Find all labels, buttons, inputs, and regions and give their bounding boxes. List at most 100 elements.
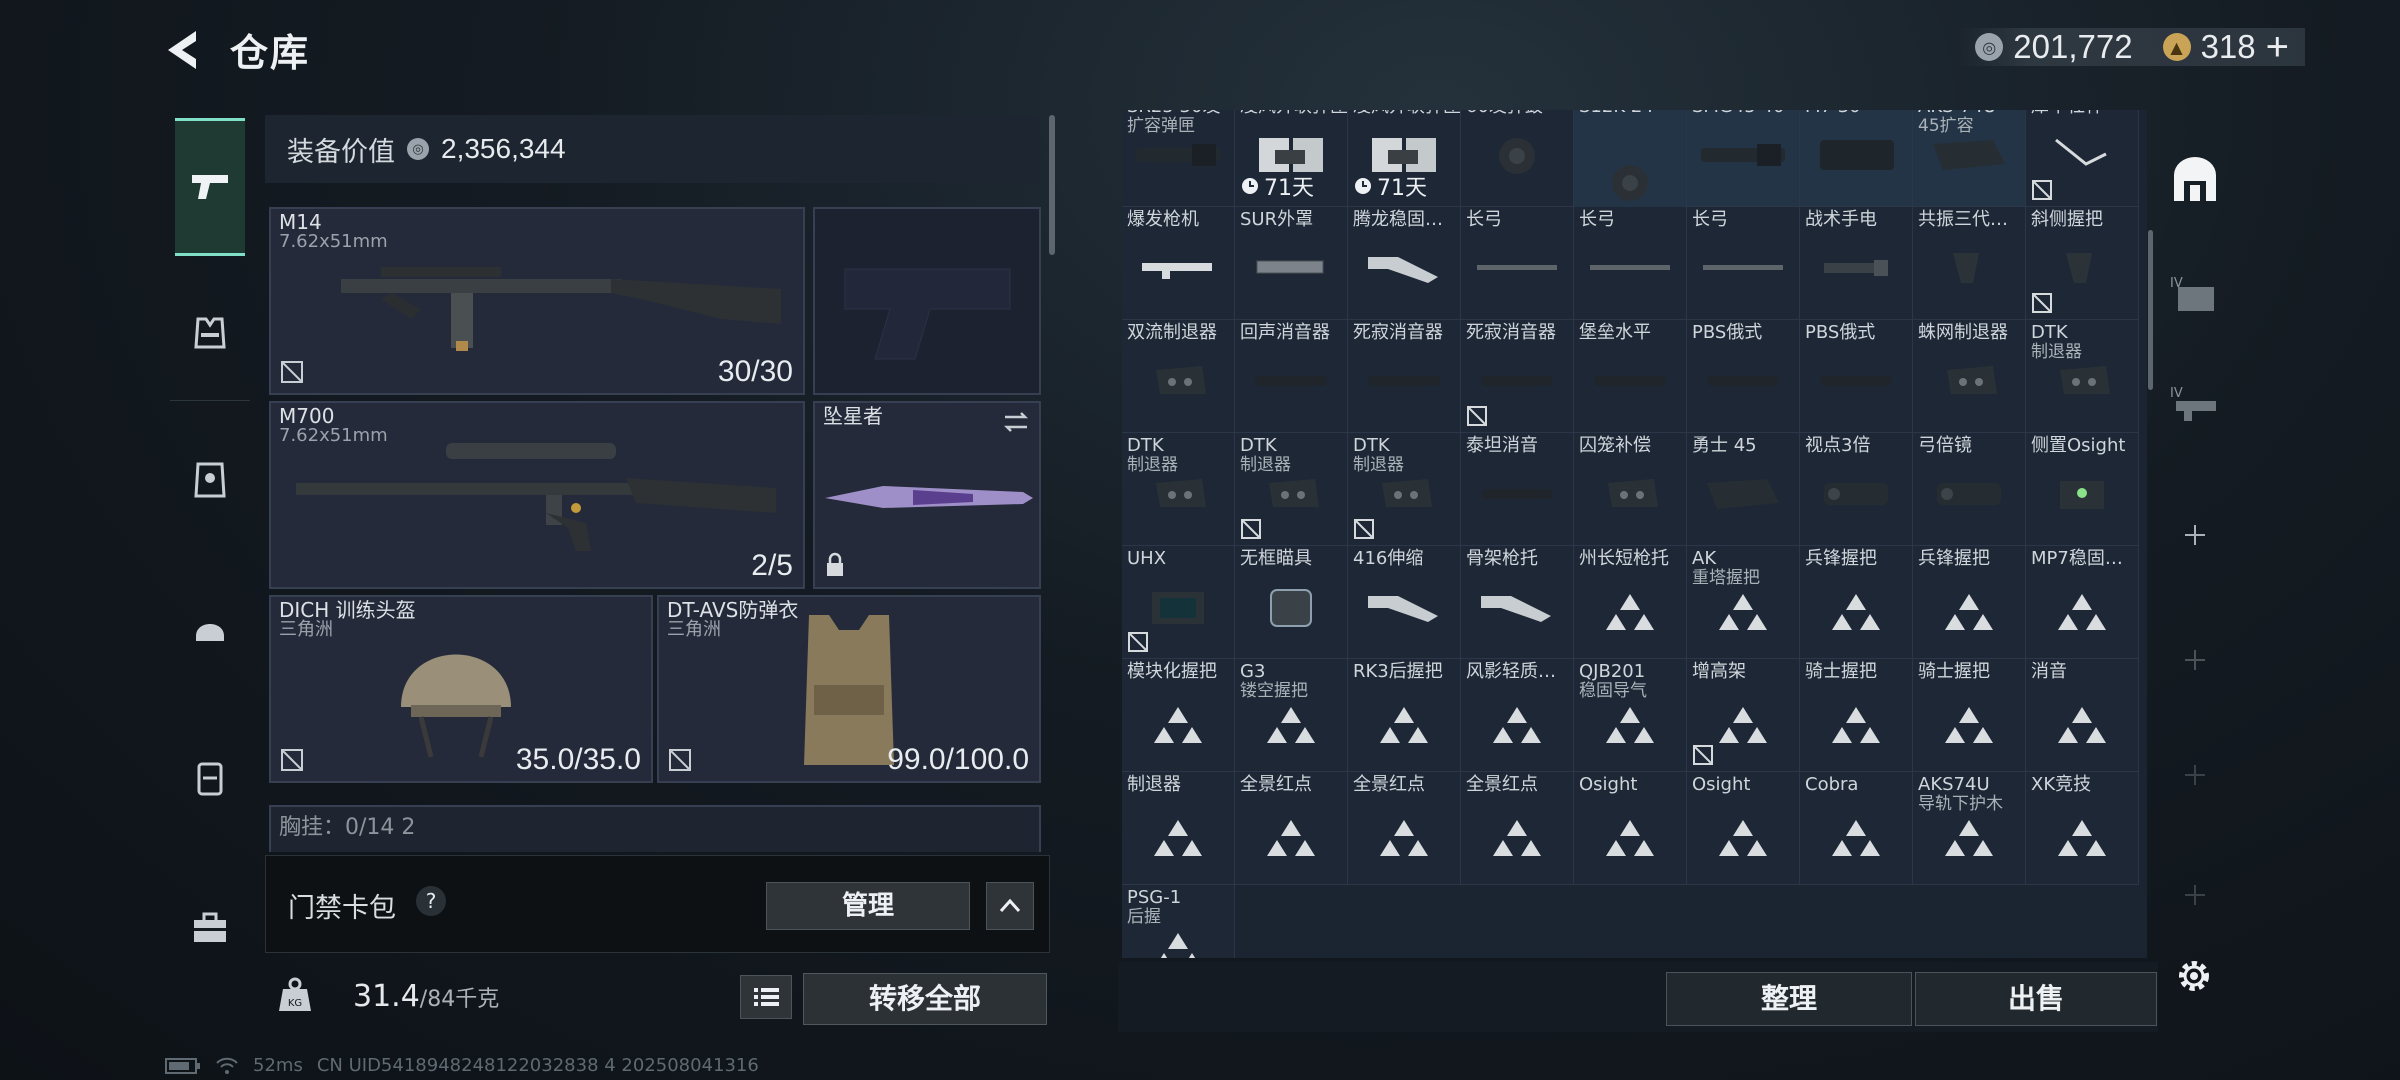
storage-item[interactable]: 泰坦消音 (1461, 433, 1574, 546)
storage-item[interactable]: 增高架 (1687, 659, 1800, 772)
storage-item[interactable]: 骑士握把 (1800, 659, 1913, 772)
add-storage-button-3[interactable] (2165, 745, 2225, 805)
expand-button[interactable] (986, 882, 1034, 930)
storage-item[interactable]: 战术手电 (1800, 207, 1913, 320)
storage-item[interactable]: SMG45 40 (1687, 110, 1800, 207)
storage-item[interactable]: 弓倍镜 (1913, 433, 2026, 546)
back-button[interactable] (160, 25, 210, 75)
sidearm-slot-empty[interactable] (813, 207, 1041, 395)
weight-row: KG 31.4/84千克 转移全部 (265, 965, 1050, 1025)
nav-vest[interactable] (172, 295, 248, 371)
storage-item[interactable]: 死寂消音器 (1348, 320, 1461, 433)
storage-item[interactable]: XK竞技 (2026, 772, 2139, 885)
unknown-item-icon (2058, 819, 2106, 856)
storage-item[interactable]: PSG-1 后握 (1122, 885, 1235, 958)
storage-item[interactable]: 兵锋握把 (1800, 546, 1913, 659)
storage-item[interactable]: 州长短枪托 (1574, 546, 1687, 659)
storage-item[interactable]: 制退器 (1122, 772, 1235, 885)
manage-button[interactable]: 管理 (766, 882, 970, 930)
storage-item[interactable]: 凌风并联弹匣 71天 (1348, 110, 1461, 207)
tab-main-storage[interactable] (2165, 150, 2225, 210)
storage-item[interactable]: 斜侧握把 (2026, 207, 2139, 320)
storage-item[interactable]: 全景红点 (1461, 772, 1574, 885)
storage-item[interactable]: 回声消音器 (1235, 320, 1348, 433)
storage-item[interactable]: SUR外罩 (1235, 207, 1348, 320)
nav-backpack[interactable] (172, 740, 248, 816)
storage-item[interactable]: 长弓 (1574, 207, 1687, 320)
nav-helmet[interactable] (172, 590, 248, 666)
add-storage-button-2[interactable] (2165, 630, 2225, 690)
nav-armor[interactable] (172, 442, 248, 518)
storage-item[interactable]: 囚笼补偿 (1574, 433, 1687, 546)
storage-item[interactable]: AKS74U 导轨下护木 (1913, 772, 2026, 885)
add-gold-button[interactable]: + (2266, 25, 2289, 70)
storage-item[interactable]: MP7稳固… (2026, 546, 2139, 659)
storage-item[interactable]: 共振三代… (1913, 207, 2026, 320)
storage-item[interactable]: 死寂消音器 (1461, 320, 1574, 433)
storage-item[interactable]: DTK 制退器 (2026, 320, 2139, 433)
storage-scrollbar[interactable] (2148, 230, 2153, 390)
storage-item[interactable]: Osight (1687, 772, 1800, 885)
storage-item[interactable]: 模块化握把 (1122, 659, 1235, 772)
storage-item[interactable]: 视点3倍 (1800, 433, 1913, 546)
storage-item[interactable]: M7 30 (1800, 110, 1913, 207)
storage-item[interactable]: 犀牛杠杆 (2026, 110, 2139, 207)
not-insured-icon (1128, 632, 1148, 652)
storage-item[interactable]: PBS俄式 (1687, 320, 1800, 433)
tab-storage-iv-2[interactable]: IV (2165, 375, 2225, 435)
storage-item[interactable]: 60发弹鼓 (1461, 110, 1574, 207)
storage-item[interactable]: 长弓 (1687, 207, 1800, 320)
storage-item[interactable]: 骑士握把 (1913, 659, 2026, 772)
sort-button[interactable]: 整理 (1666, 972, 1912, 1026)
storage-item[interactable]: PBS俄式 (1800, 320, 1913, 433)
storage-item[interactable]: QJB201 稳固导气 (1574, 659, 1687, 772)
storage-item[interactable]: 无框瞄具 (1235, 546, 1348, 659)
nav-case[interactable] (172, 890, 248, 966)
storage-item[interactable]: 勇士 45 (1687, 433, 1800, 546)
suppressor-icon (1481, 488, 1553, 499)
melee-slot[interactable]: 坠星者 (813, 401, 1041, 589)
helmet-slot[interactable]: DICH 训练头盔 三角洲 35.0/35.0 (269, 595, 653, 783)
storage-item[interactable]: Cobra (1800, 772, 1913, 885)
storage-item[interactable]: UHX (1122, 546, 1235, 659)
storage-item[interactable]: DTK 制退器 (1122, 433, 1235, 546)
storage-item[interactable]: 双流制退器 (1122, 320, 1235, 433)
transfer-all-button[interactable]: 转移全部 (803, 973, 1047, 1025)
sell-button[interactable]: 出售 (1915, 972, 2157, 1026)
storage-item[interactable]: SR25 30发扩容弹匣 (1122, 110, 1235, 207)
storage-item[interactable]: DTK 制退器 (1235, 433, 1348, 546)
storage-item[interactable]: 堡垒水平 (1574, 320, 1687, 433)
storage-item[interactable]: 兵锋握把 (1913, 546, 2026, 659)
help-icon[interactable]: ? (416, 886, 446, 916)
primary-weapon-slot[interactable]: M14 7.62x51mm 30/30 (269, 207, 805, 395)
storage-item[interactable]: 416伸缩 (1348, 546, 1461, 659)
storage-item[interactable]: 风影轻质… (1461, 659, 1574, 772)
storage-item[interactable]: 侧置Osight (2026, 433, 2139, 546)
storage-item[interactable]: 凌风并联弹匣 71天 (1235, 110, 1348, 207)
storage-item[interactable]: 消音 (2026, 659, 2139, 772)
storage-item[interactable]: AK 重塔握把 (1687, 546, 1800, 659)
storage-item[interactable]: AKS-74U45扩容 (1913, 110, 2026, 207)
list-view-button[interactable] (740, 975, 792, 1019)
storage-item[interactable]: 蛛网制退器 (1913, 320, 2026, 433)
storage-item[interactable]: G3 镂空握把 (1235, 659, 1348, 772)
tab-storage-iv-1[interactable]: IV (2165, 265, 2225, 325)
storage-item[interactable]: 长弓 (1461, 207, 1574, 320)
settings-button[interactable] (2173, 955, 2215, 997)
storage-item[interactable]: DTK 制退器 (1348, 433, 1461, 546)
storage-item[interactable]: 腾龙稳固… (1348, 207, 1461, 320)
unknown-item-icon (2058, 706, 2106, 743)
add-storage-button-4[interactable] (2165, 865, 2225, 925)
chest-rig-slot[interactable]: 胸挂：0/14 2 (269, 805, 1041, 852)
storage-item[interactable]: 全景红点 (1348, 772, 1461, 885)
storage-item[interactable]: 骨架枪托 (1461, 546, 1574, 659)
storage-item[interactable]: 全景红点 (1235, 772, 1348, 885)
storage-item[interactable]: RK3后握把 (1348, 659, 1461, 772)
armor-slot[interactable]: DT-AVS防弹衣 三角洲 99.0/100.0 (657, 595, 1041, 783)
storage-item[interactable]: 爆发枪机 (1122, 207, 1235, 320)
add-storage-button-1[interactable] (2165, 505, 2225, 565)
storage-item[interactable]: Osight (1574, 772, 1687, 885)
nav-weapons[interactable] (175, 118, 245, 256)
secondary-weapon-slot[interactable]: M700 7.62x51mm 2/5 (269, 401, 805, 589)
loadout-scrollbar[interactable] (1049, 115, 1055, 255)
